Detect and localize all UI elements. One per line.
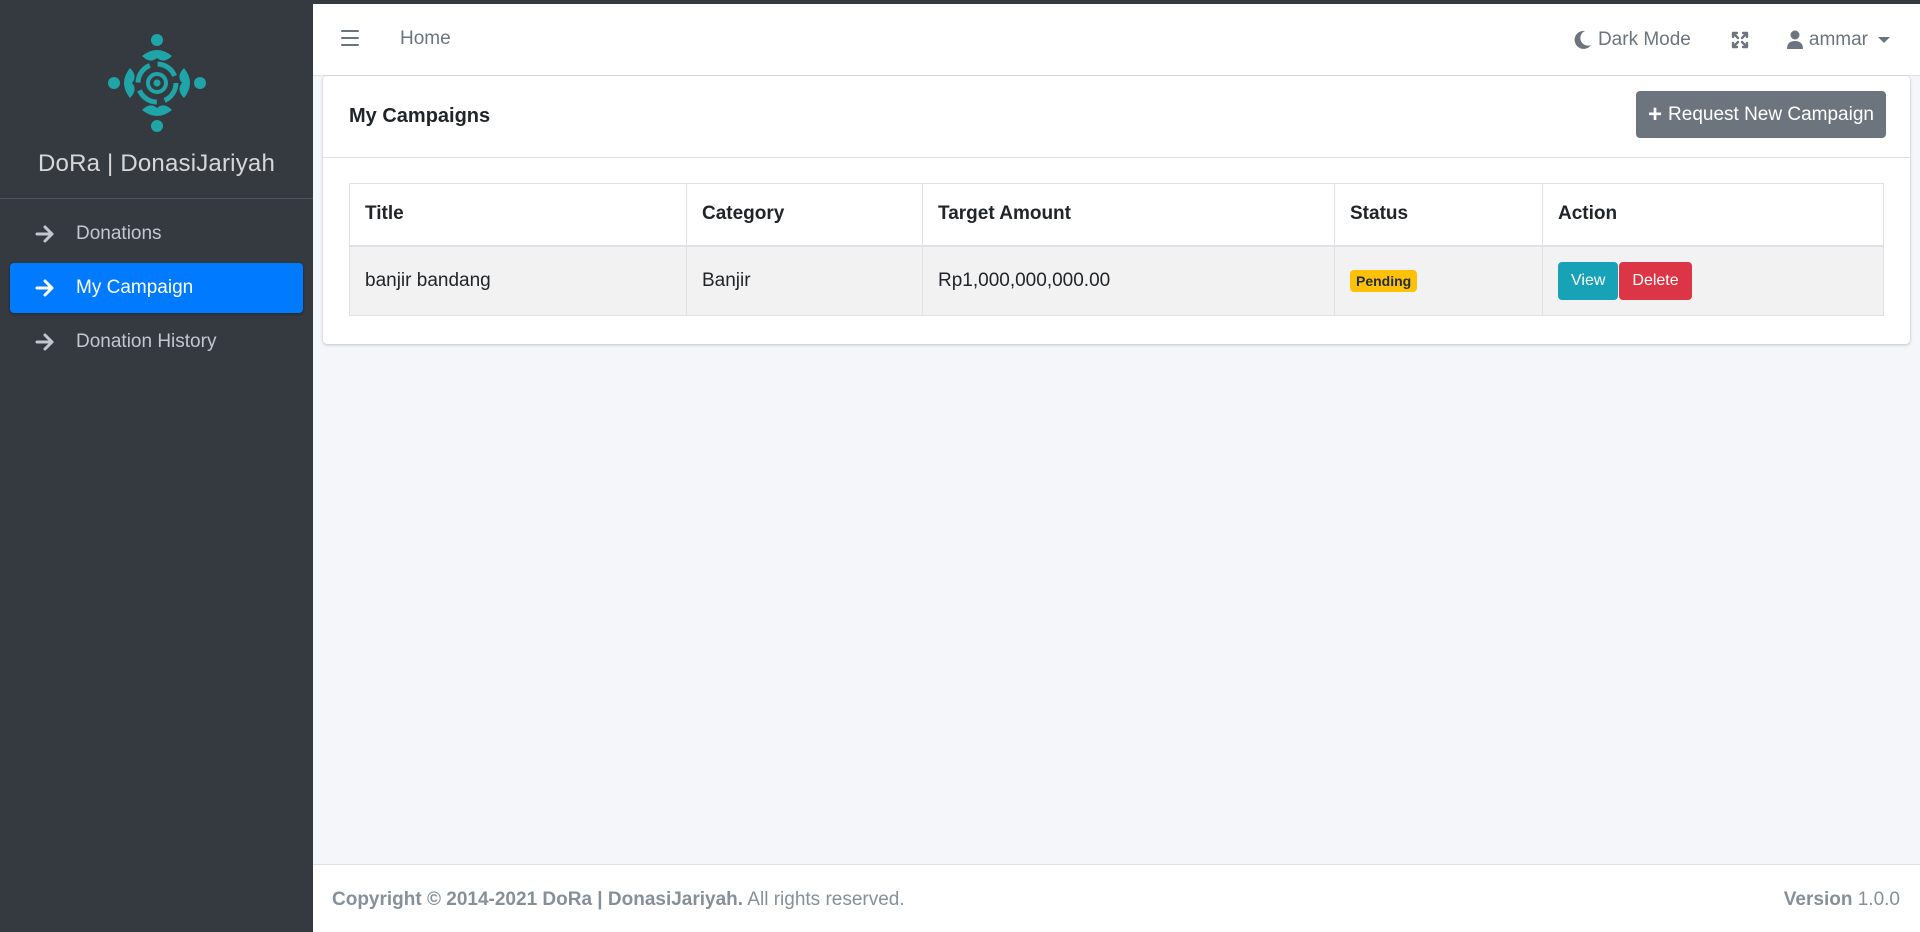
- moon-icon: [1574, 30, 1591, 49]
- dora-logo-icon: [107, 34, 206, 132]
- navbar-right: Dark Mode ammar: [1574, 4, 1920, 76]
- plus-icon: +: [1648, 100, 1663, 128]
- request-button-label: Request New Campaign: [1668, 103, 1874, 125]
- cell-title: banjir bandang: [349, 245, 687, 316]
- cell-status: Pending: [1334, 245, 1543, 316]
- page-title: My Campaigns: [349, 105, 491, 127]
- campaigns-card: My Campaigns + Request New Campaign Titl…: [323, 76, 1910, 344]
- cell-category: Banjir: [686, 245, 923, 316]
- arrow-right-icon: [34, 331, 56, 353]
- content-wrapper: Home Dark Mode ammar My Campaigns + Requ…: [313, 4, 1920, 932]
- card-header: My Campaigns + Request New Campaign: [323, 76, 1910, 158]
- campaigns-table: Title Category Target Amount Status Acti…: [349, 183, 1884, 316]
- user-menu-dropdown[interactable]: ammar: [1786, 29, 1890, 51]
- top-edge-bar: [0, 0, 1920, 4]
- dark-mode-toggle[interactable]: Dark Mode: [1574, 29, 1691, 51]
- column-header-title: Title: [349, 183, 687, 247]
- column-header-action: Action: [1542, 183, 1884, 247]
- cell-target-amount: Rp1,000,000,000.00: [922, 245, 1335, 316]
- view-button[interactable]: View: [1558, 261, 1619, 300]
- user-name: ammar: [1808, 29, 1868, 50]
- sidebar-item-my-campaign[interactable]: My Campaign: [10, 263, 303, 313]
- sidebar-item-donations[interactable]: Donations: [10, 209, 303, 259]
- sidebar-nav: Donations My Campaign Donation History: [0, 199, 313, 381]
- version-value: 1.0.0: [1852, 889, 1900, 910]
- user-icon: [1786, 30, 1803, 49]
- status-badge: Pending: [1350, 269, 1418, 292]
- top-navbar: Home Dark Mode ammar: [313, 4, 1920, 76]
- version-label: Version: [1783, 889, 1853, 910]
- sidebar-item-donation-history[interactable]: Donation History: [10, 317, 303, 367]
- sidebar-item-label: Donations: [76, 223, 162, 244]
- version-text: Version 1.0.0: [1784, 889, 1900, 911]
- fullscreen-button[interactable]: [1731, 31, 1749, 49]
- copyright-text: Copyright © 2014-2021 DoRa | DonasiJariy…: [332, 889, 905, 911]
- nav-home-link[interactable]: Home: [400, 28, 451, 50]
- arrow-right-icon: [34, 277, 56, 299]
- column-header-status: Status: [1334, 183, 1543, 247]
- copyright-rest: All rights reserved.: [743, 889, 905, 910]
- sidebar-item-label: My Campaign: [76, 277, 194, 298]
- column-header-category: Category: [686, 183, 923, 247]
- cell-action: View Delete: [1542, 245, 1884, 316]
- card-body: Title Category Target Amount Status Acti…: [323, 158, 1910, 341]
- brand-link[interactable]: DoRa | DonasiJariyah: [0, 0, 313, 199]
- table-header-row: Title Category Target Amount Status Acti…: [349, 183, 1884, 247]
- table-row: banjir bandang Banjir Rp1,000,000,000.00…: [349, 245, 1884, 316]
- copyright-bold: Copyright © 2014-2021 DoRa | DonasiJariy…: [332, 889, 744, 910]
- request-new-campaign-button[interactable]: + Request New Campaign: [1636, 91, 1886, 138]
- column-header-target-amount: Target Amount: [922, 183, 1335, 247]
- arrow-right-icon: [34, 223, 56, 245]
- sidebar: DoRa | DonasiJariyah Donations My Campai…: [0, 0, 313, 932]
- delete-button[interactable]: Delete: [1619, 261, 1692, 300]
- sidebar-item-label: Donation History: [76, 331, 217, 352]
- chevron-down-icon: [1878, 37, 1890, 43]
- dark-mode-label: Dark Mode: [1597, 29, 1691, 50]
- menu-toggle-icon[interactable]: [341, 30, 359, 47]
- expand-arrows-icon: [1731, 31, 1749, 49]
- brand-name: DoRa | DonasiJariyah: [37, 150, 275, 177]
- page-footer: Copyright © 2014-2021 DoRa | DonasiJariy…: [313, 864, 1920, 932]
